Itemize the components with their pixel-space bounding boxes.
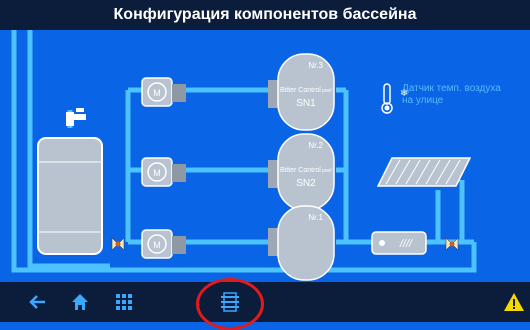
bottom-toolbar (0, 282, 530, 322)
filter-brand: Bitter Control (280, 87, 321, 94)
pump-letter: M (153, 88, 161, 98)
back-button[interactable] (18, 282, 58, 322)
filter-brand-suffix: pool (322, 88, 331, 94)
filter-number: Nr.2 (308, 141, 323, 150)
back-arrow-icon (29, 295, 45, 309)
pump-3[interactable]: M (141, 77, 186, 107)
warning-button[interactable] (494, 282, 530, 322)
filter-number: Nr.3 (308, 61, 323, 70)
solar-collector[interactable] (376, 157, 472, 187)
pump-2[interactable]: M (141, 157, 186, 187)
water-tank (37, 137, 103, 255)
pump-letter: M (153, 240, 161, 250)
grid-menu-icon (116, 294, 132, 310)
filter-model: SN2 (296, 178, 316, 189)
warning-icon (504, 293, 524, 311)
menu-button[interactable] (104, 282, 144, 322)
heater[interactable]: //// (371, 231, 427, 255)
sensor-line-2: на улице (402, 95, 444, 106)
pump-1[interactable]: M (141, 229, 186, 259)
filter-model: SN1 (296, 98, 316, 109)
home-button[interactable] (60, 282, 100, 322)
pump-letter: M (153, 168, 161, 178)
pool-schematic: M M M Nr.3 Bitter Control pool SN1 Nr.2 (0, 30, 530, 282)
filter-3[interactable]: Nr.3 Bitter Control pool SN1 (268, 53, 335, 131)
outdoor-sensor-label: Датчик темп. воздуха на улице (402, 83, 527, 107)
valve-icon (111, 237, 125, 251)
sensor-line-1: Датчик темп. воздуха (402, 83, 501, 94)
page-title: Конфигурация компонентов бассейна (0, 0, 530, 30)
filter-2[interactable]: Nr.2 Bitter Control pool SN2 (268, 133, 335, 211)
filter-brand-suffix: pool (322, 168, 331, 174)
heater-label: //// (399, 238, 413, 250)
filter-number: Nr.1 (308, 213, 323, 222)
filter-brand: Bitter Control (280, 167, 321, 174)
home-icon (72, 294, 88, 310)
highlight-circle (196, 278, 264, 330)
